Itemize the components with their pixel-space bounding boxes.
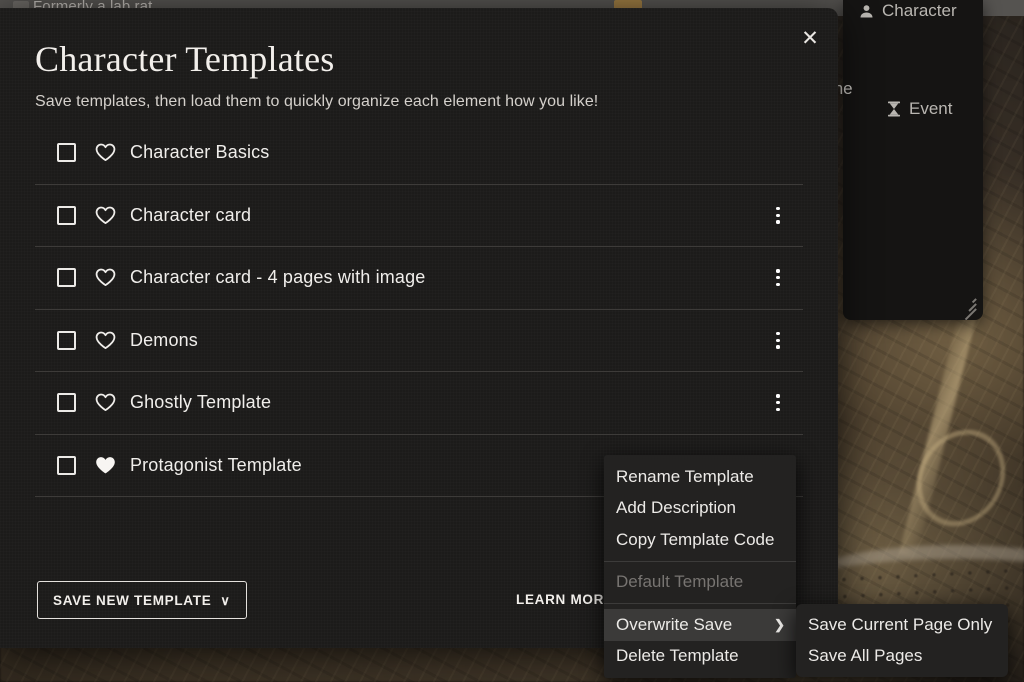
menu-bottom-padding <box>604 672 796 678</box>
menu-item-default-template: Default Template <box>616 572 744 592</box>
heart-outline-icon[interactable] <box>95 392 116 413</box>
template-name: Character Basics <box>130 142 270 163</box>
heart-outline-icon[interactable] <box>95 142 116 163</box>
side-panel-item-character[interactable]: Character <box>859 1 957 21</box>
template-checkbox[interactable] <box>57 143 76 163</box>
resize-grip-icon[interactable] <box>960 297 977 320</box>
screen-root: Formerly a lab rat Character Event <box>0 0 1024 682</box>
template-name: Character card - 4 pages with image <box>130 267 426 288</box>
list-item[interactable]: Character card - 4 pages with image <box>35 247 803 310</box>
submenu-item-save-current-page-only[interactable]: Save Current Page Only <box>796 609 1008 641</box>
template-checkbox[interactable] <box>57 268 76 288</box>
template-context-menu: Rename Template Add Description Copy Tem… <box>604 455 796 678</box>
menu-item-add-description[interactable]: Add Description <box>604 493 796 525</box>
heart-outline-icon[interactable] <box>95 205 116 226</box>
side-panel[interactable]: Character Event <box>843 0 983 320</box>
list-item[interactable]: Character Basics <box>35 122 803 185</box>
menu-divider <box>604 560 796 562</box>
list-item[interactable]: Character card <box>35 185 803 247</box>
modal-subtitle: Save templates, then load them to quickl… <box>35 93 599 110</box>
menu-item-delete-template[interactable]: Delete Template <box>604 641 796 673</box>
template-name: Demons <box>130 329 198 350</box>
person-icon <box>859 4 874 19</box>
overwrite-save-submenu: Save Current Page Only Save All Pages <box>796 604 1008 677</box>
menu-item-overwrite-save[interactable]: Overwrite Save ❯ <box>604 609 796 641</box>
menu-item-rename-template[interactable]: Rename Template <box>604 461 796 493</box>
close-icon[interactable]: ✕ <box>794 22 826 54</box>
menu-item-overwrite-save-label: Overwrite Save <box>616 614 733 634</box>
submenu-item-save-all-pages[interactable]: Save All Pages <box>796 641 1008 673</box>
page-title: Character Templates <box>35 39 335 79</box>
side-panel-label-character: Character <box>882 1 957 20</box>
side-panel-item-event[interactable]: Event <box>887 99 952 119</box>
chevron-down-icon: ∨ <box>220 592 231 608</box>
template-checkbox[interactable] <box>57 455 76 475</box>
template-overflow-menu-icon[interactable] <box>767 265 789 291</box>
save-new-template-button[interactable]: SAVE NEW TEMPLATE ∨ <box>37 581 247 619</box>
learn-more-link[interactable]: LEARN MORE <box>516 592 614 607</box>
template-overflow-menu-icon[interactable] <box>767 327 789 353</box>
template-name: Character card <box>130 204 252 225</box>
heart-outline-icon[interactable] <box>95 330 116 351</box>
heart-outline-icon[interactable] <box>95 267 116 288</box>
template-checkbox[interactable] <box>57 393 76 413</box>
side-panel-label-event: Event <box>909 99 953 118</box>
template-list: Character Basics Character card Characte… <box>35 122 803 497</box>
template-name: Protagonist Template <box>130 454 302 475</box>
template-checkbox[interactable] <box>57 205 76 225</box>
save-new-template-label: SAVE NEW TEMPLATE <box>53 592 212 608</box>
template-overflow-menu-icon[interactable] <box>767 202 789 228</box>
menu-divider <box>604 603 796 604</box>
chevron-right-icon: ❯ <box>774 617 785 633</box>
menu-item-copy-template-code[interactable]: Copy Template Code <box>604 524 796 556</box>
hourglass-icon <box>887 101 901 117</box>
template-checkbox[interactable] <box>57 330 76 350</box>
template-overflow-menu-icon[interactable] <box>767 390 789 416</box>
template-name: Ghostly Template <box>130 392 272 413</box>
heart-filled-icon[interactable] <box>95 455 116 476</box>
list-item[interactable]: Ghostly Template <box>35 372 803 435</box>
list-item[interactable]: Demons <box>35 310 803 372</box>
